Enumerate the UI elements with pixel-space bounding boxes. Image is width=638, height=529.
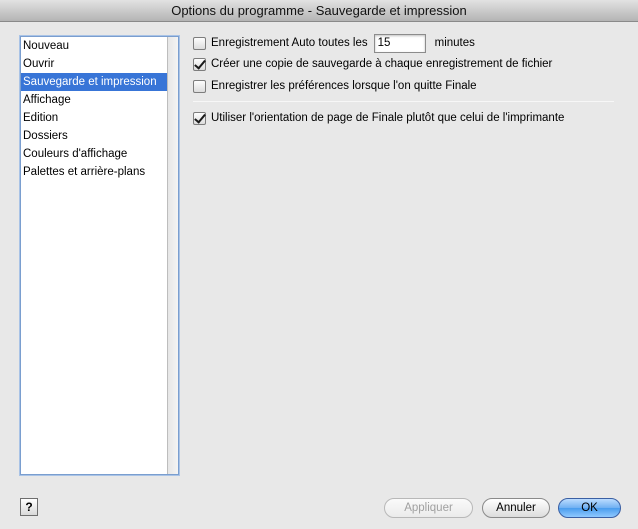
page-orientation-checkbox[interactable]	[193, 111, 206, 125]
autosave-label: Enregistrement Auto toutes les	[211, 37, 368, 49]
autosave-checkbox[interactable]	[193, 36, 206, 50]
sidebar-item-ouvrir[interactable]: Ouvrir	[21, 55, 167, 73]
autosave-option: Enregistrement Auto toutes les minutes	[193, 33, 475, 53]
sidebar-item-nouveau[interactable]: Nouveau	[21, 37, 167, 55]
autosave-minutes-input[interactable]	[373, 33, 426, 53]
save-prefs-label: Enregistrer les préférences lorsque l'on…	[211, 80, 477, 92]
page-orientation-option: Utiliser l'orientation de page de Finale…	[193, 109, 564, 127]
page-orientation-label: Utiliser l'orientation de page de Finale…	[211, 112, 565, 124]
backup-copy-label: Créer une copie de sauvegarde à chaque e…	[211, 58, 553, 70]
sidebar-item-affichage[interactable]: Affichage	[21, 91, 167, 109]
help-button[interactable]: ?	[20, 498, 38, 516]
autosave-unit-label: minutes	[434, 37, 475, 49]
ok-button[interactable]: OK	[558, 498, 621, 518]
category-list: Nouveau Ouvrir Sauvegarde et impression …	[20, 36, 179, 475]
sidebar-item-edition[interactable]: Edition	[21, 109, 167, 127]
sidebar-item-couleurs-d-affichage[interactable]: Couleurs d'affichage	[21, 145, 167, 163]
backup-copy-option: Créer une copie de sauvegarde à chaque e…	[193, 55, 552, 73]
category-list-items: Nouveau Ouvrir Sauvegarde et impression …	[21, 37, 167, 474]
save-prefs-option: Enregistrer les préférences lorsque l'on…	[193, 77, 477, 95]
sidebar-item-palettes-et-arriere-plans[interactable]: Palettes et arrière-plans	[21, 163, 167, 181]
window-title: Options du programme - Sauvegarde et imp…	[0, 0, 638, 22]
options-separator	[193, 101, 614, 102]
dialog-body: Nouveau Ouvrir Sauvegarde et impression …	[0, 22, 638, 529]
cancel-button[interactable]: Annuler	[482, 498, 550, 518]
backup-copy-checkbox[interactable]	[193, 57, 206, 71]
sidebar-item-dossiers[interactable]: Dossiers	[21, 127, 167, 145]
apply-button[interactable]: Appliquer	[384, 498, 473, 518]
category-list-scrollbar[interactable]	[167, 37, 178, 474]
save-prefs-checkbox[interactable]	[193, 79, 206, 93]
sidebar-item-sauvegarde-et-impression[interactable]: Sauvegarde et impression	[21, 73, 167, 91]
